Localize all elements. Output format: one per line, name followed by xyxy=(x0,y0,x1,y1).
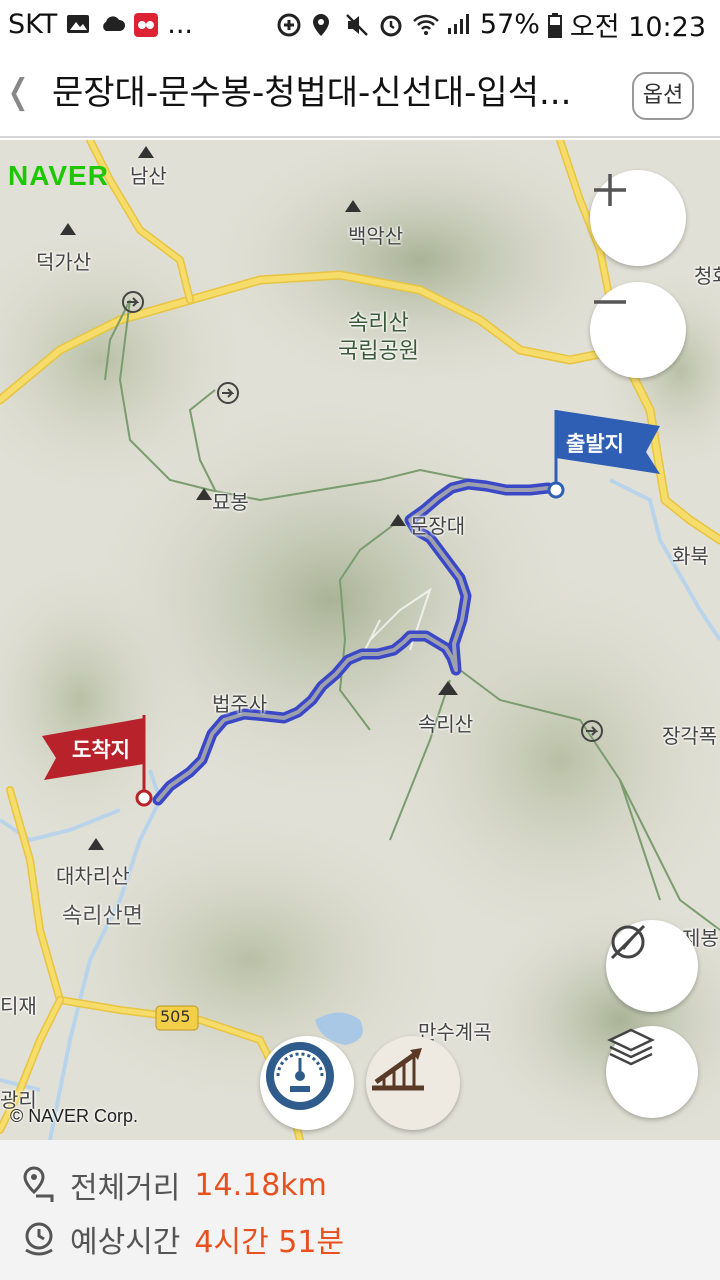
clock: 오전 10:23 xyxy=(569,11,706,43)
header: ❬ 문장대-문수봉-청법대-신선대-입석... 옵션 xyxy=(0,48,720,138)
battery-percent: 57% xyxy=(479,8,540,40)
clock-icon xyxy=(25,1222,53,1256)
minus-icon xyxy=(594,300,626,304)
signal-icon xyxy=(446,12,472,36)
status-bar: SKT ... 57% 오전 10:23 xyxy=(0,0,720,48)
map-view[interactable]: NAVER 남산 백악산 덕가산 청화 속리산 국립공원 묘봉 문장대 화북 법… xyxy=(0,140,720,1140)
map-label-cheong: 청화 xyxy=(694,264,720,288)
carrier-label: SKT xyxy=(8,8,58,40)
back-button[interactable]: ❬ xyxy=(4,68,33,116)
map-label-deokgasan: 덕가산 xyxy=(36,250,92,274)
speedometer-button[interactable] xyxy=(260,1036,354,1130)
map-label-park: 속리산 국립공원 xyxy=(338,311,419,364)
route-summary: 전체거리 14.18km 예상시간 4시간 51분 xyxy=(0,1140,720,1280)
map-label-daecharisan: 대차리산 xyxy=(56,864,130,888)
route-distance-icon xyxy=(23,1166,54,1202)
chevron-left-icon: ❬ xyxy=(4,72,33,112)
compass-button[interactable] xyxy=(606,920,698,1012)
elevation-button[interactable] xyxy=(366,1036,460,1130)
options-button[interactable]: 옵션 xyxy=(632,72,694,120)
mute-icon xyxy=(344,12,370,36)
elevation-chart-icon xyxy=(372,1048,424,1091)
distance-row: 전체거리 14.18km xyxy=(22,1160,327,1210)
zoom-in-button[interactable] xyxy=(590,170,686,266)
map-label-janggak: 장각폭 xyxy=(662,724,718,748)
image-icon xyxy=(65,12,91,36)
app-notification-icon xyxy=(133,12,159,37)
map-label-baegaksan: 백악산 xyxy=(348,224,404,248)
data-saver-icon xyxy=(276,12,302,37)
map-label-tijae: 티재 xyxy=(0,994,37,1018)
road-number: 505 xyxy=(160,1007,191,1026)
map-label-myobong: 묘봉 xyxy=(212,490,249,514)
location-icon xyxy=(310,12,336,36)
map-label-songnisan: 속리산 xyxy=(418,712,474,736)
layers-button[interactable] xyxy=(606,1026,698,1118)
map-label-namsan: 남산 xyxy=(130,164,167,188)
plus-icon xyxy=(594,174,626,206)
alarm-icon xyxy=(378,12,404,37)
speedometer-icon xyxy=(266,1042,334,1110)
layers-icon xyxy=(607,1028,655,1066)
more-notifications: ... xyxy=(167,8,193,40)
map-label-hwabuk: 화북 xyxy=(672,544,709,568)
end-flag-label: 도착지 xyxy=(72,738,130,762)
map-label-munjangdae: 문장대 xyxy=(410,514,466,538)
map-copyright: © NAVER Corp. xyxy=(10,1106,138,1126)
map-label-songnisan-myeon: 속리산면 xyxy=(62,904,143,929)
cloud-icon xyxy=(99,12,126,36)
compass-off-icon xyxy=(610,924,646,960)
battery-icon xyxy=(547,12,562,38)
time-value: 4시간 51분 xyxy=(194,1225,345,1260)
map-label-beopjusa: 법주사 xyxy=(212,692,268,716)
time-row: 예상시간 4시간 51분 xyxy=(22,1214,344,1264)
zoom-out-button[interactable] xyxy=(590,282,686,378)
start-flag-label: 출발지 xyxy=(566,432,624,456)
naver-logo: NAVER xyxy=(8,160,109,191)
distance-value: 14.18km xyxy=(194,1167,327,1203)
page-title: 문장대-문수봉-청법대-신선대-입석... xyxy=(52,73,572,113)
distance-label: 전체거리 xyxy=(70,1171,181,1206)
wifi-icon xyxy=(412,12,439,36)
time-label: 예상시간 xyxy=(70,1225,181,1260)
